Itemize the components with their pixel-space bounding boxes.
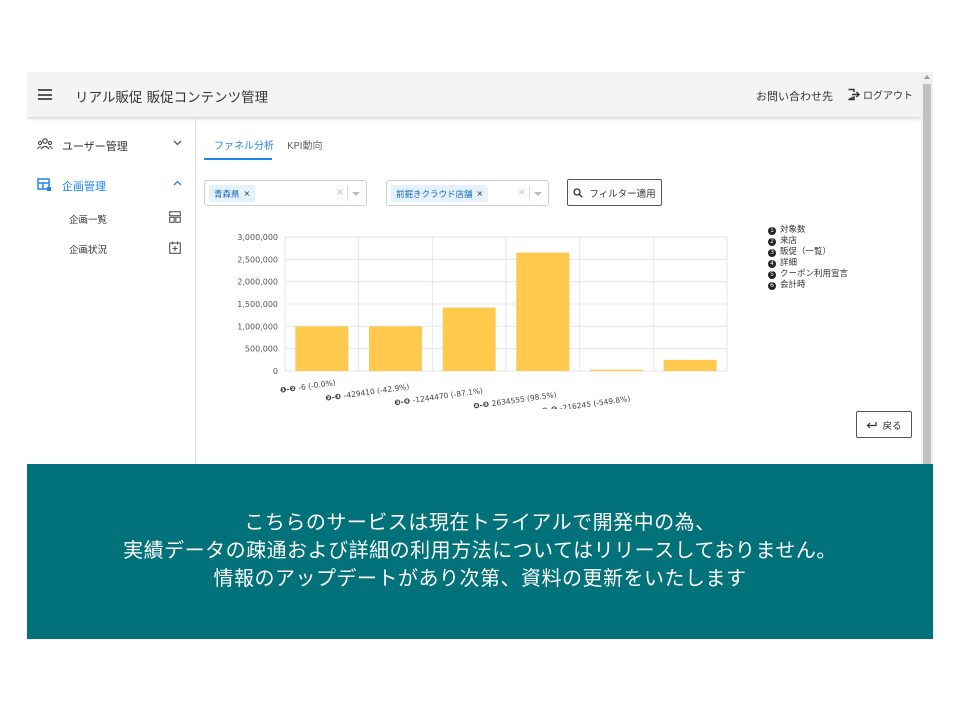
back-label: 戻る (882, 420, 902, 432)
sidebar-subitem-label: 企画一覧 (69, 215, 108, 226)
chevron-up-icon[interactable] (173, 180, 182, 186)
chart-bar (516, 252, 570, 371)
sidebar-item-plan-management[interactable]: 企画管理 (27, 171, 195, 199)
chevron-down-icon[interactable] (173, 140, 182, 146)
dashboard-grid-icon (169, 211, 181, 223)
sidebar-item-user-management[interactable]: ユーザー管理 (27, 131, 195, 159)
notice-line: 情報のアップデートがあり次第、資料の更新をいたします (213, 566, 747, 590)
main-content: ファネル分析 KPI動向 青森県 × × 前掘きクラウド店舗 × × フィルター… (197, 119, 921, 464)
x-tick-badge: ❷-❸ (325, 391, 345, 402)
legend-number-badge: 3 (768, 248, 776, 257)
x-tick-badge: ❸-❹ (394, 396, 414, 407)
legend-item: 3 販促（一覧） (768, 247, 848, 258)
legend-label: 会計時 (780, 280, 806, 290)
x-tick-badge: ❺-❻ (541, 404, 561, 409)
legend-label: 詳細 (780, 258, 798, 268)
hamburger-menu-icon[interactable] (38, 89, 52, 100)
contact-link[interactable]: お問い合わせ先 (756, 88, 833, 104)
logout-label: ログアウト (863, 91, 913, 102)
x-tick-badge: ❶-❷ (279, 383, 299, 394)
chart-bar (663, 359, 717, 371)
legend-item: 4 詳細 (768, 258, 848, 269)
scroll-up-arrow-icon[interactable] (924, 75, 930, 79)
app-window: リアル販促 販促コンテンツ管理 お問い合わせ先 ログアウト ユーザー管理 企画管… (27, 72, 933, 464)
calendar-status-icon (169, 241, 181, 254)
y-tick-label: 3,000,000 (237, 233, 278, 242)
sidebar-item-label: 企画管理 (62, 180, 106, 193)
x-tick-text: -216245 (-549.8%) (559, 394, 631, 409)
legend-item: 1 対象数 (768, 225, 848, 236)
vertical-scrollbar[interactable] (921, 72, 933, 464)
legend-number-badge: 1 (768, 226, 776, 235)
legend-label: 販促（一覧） (780, 247, 832, 257)
x-tick-badge: ❹-❺ (473, 399, 493, 409)
chart-legend: 1 対象数 2 来店 3 販促（一覧） 4 詳細 5 クーポン利用宣言 6 会計時 (768, 225, 848, 291)
legend-item: 6 会計時 (768, 280, 848, 291)
y-tick-label: 2,000,000 (237, 278, 278, 287)
y-tick-label: 2,500,000 (237, 255, 278, 264)
legend-item: 5 クーポン利用宣言 (768, 269, 848, 280)
x-tick-label: ❶-❷ -6 (-0.0%) (279, 378, 336, 395)
trial-notice-banner: こちらのサービスは現在トライアルで開発中の為、 実績データの疎通および詳細の利用… (27, 464, 933, 639)
sidebar-subitem-label: 企画状況 (69, 245, 108, 256)
logout-icon (848, 88, 860, 101)
notice-line: 実績データの疎通および詳細の利用方法についてはリリースしておりません。 (123, 538, 837, 562)
y-tick-label: 1,500,000 (237, 300, 278, 309)
y-tick-label: 1,000,000 (237, 322, 278, 331)
return-arrow-icon (867, 421, 878, 428)
legend-item: 2 来店 (768, 236, 848, 247)
users-icon (37, 138, 53, 150)
sidebar-item-label: ユーザー管理 (62, 140, 128, 153)
plan-table-icon (37, 178, 51, 191)
logout-button[interactable]: ログアウト (847, 87, 913, 102)
y-tick-label: 0 (273, 367, 278, 376)
legend-label: クーポン利用宣言 (780, 269, 849, 279)
sidebar-subitem-plan-list[interactable]: 企画一覧 (27, 208, 195, 230)
legend-number-badge: 2 (768, 237, 776, 246)
sidebar: ユーザー管理 企画管理 企画一覧 企画状況 (27, 119, 196, 464)
funnel-bar-chart: 0 500,000 1,000,000 1,500,000 2,000,000 2,500… (237, 233, 728, 409)
chart-bar (295, 326, 349, 371)
legend-number-badge: 6 (768, 281, 776, 290)
y-tick-label: 500,000 (245, 345, 278, 354)
legend-number-badge: 4 (768, 259, 776, 268)
back-button[interactable]: 戻る (856, 411, 912, 438)
x-tick-text: -6 (-0.0%) (298, 378, 336, 392)
sidebar-subitem-plan-status[interactable]: 企画状況 (27, 238, 195, 260)
legend-label: 来店 (780, 236, 798, 246)
legend-label: 対象数 (780, 225, 806, 235)
top-bar: リアル販促 販促コンテンツ管理 お問い合わせ先 ログアウト (27, 72, 921, 118)
legend-number-badge: 5 (768, 270, 776, 279)
scrollbar-thumb[interactable] (923, 84, 931, 464)
chart-bar (442, 307, 496, 371)
chart-bar (368, 326, 423, 371)
app-title: リアル販促 販促コンテンツ管理 (75, 90, 269, 106)
notice-line: こちらのサービスは現在トライアルで開発中の為、 (244, 510, 716, 534)
chart-bar (589, 369, 644, 371)
